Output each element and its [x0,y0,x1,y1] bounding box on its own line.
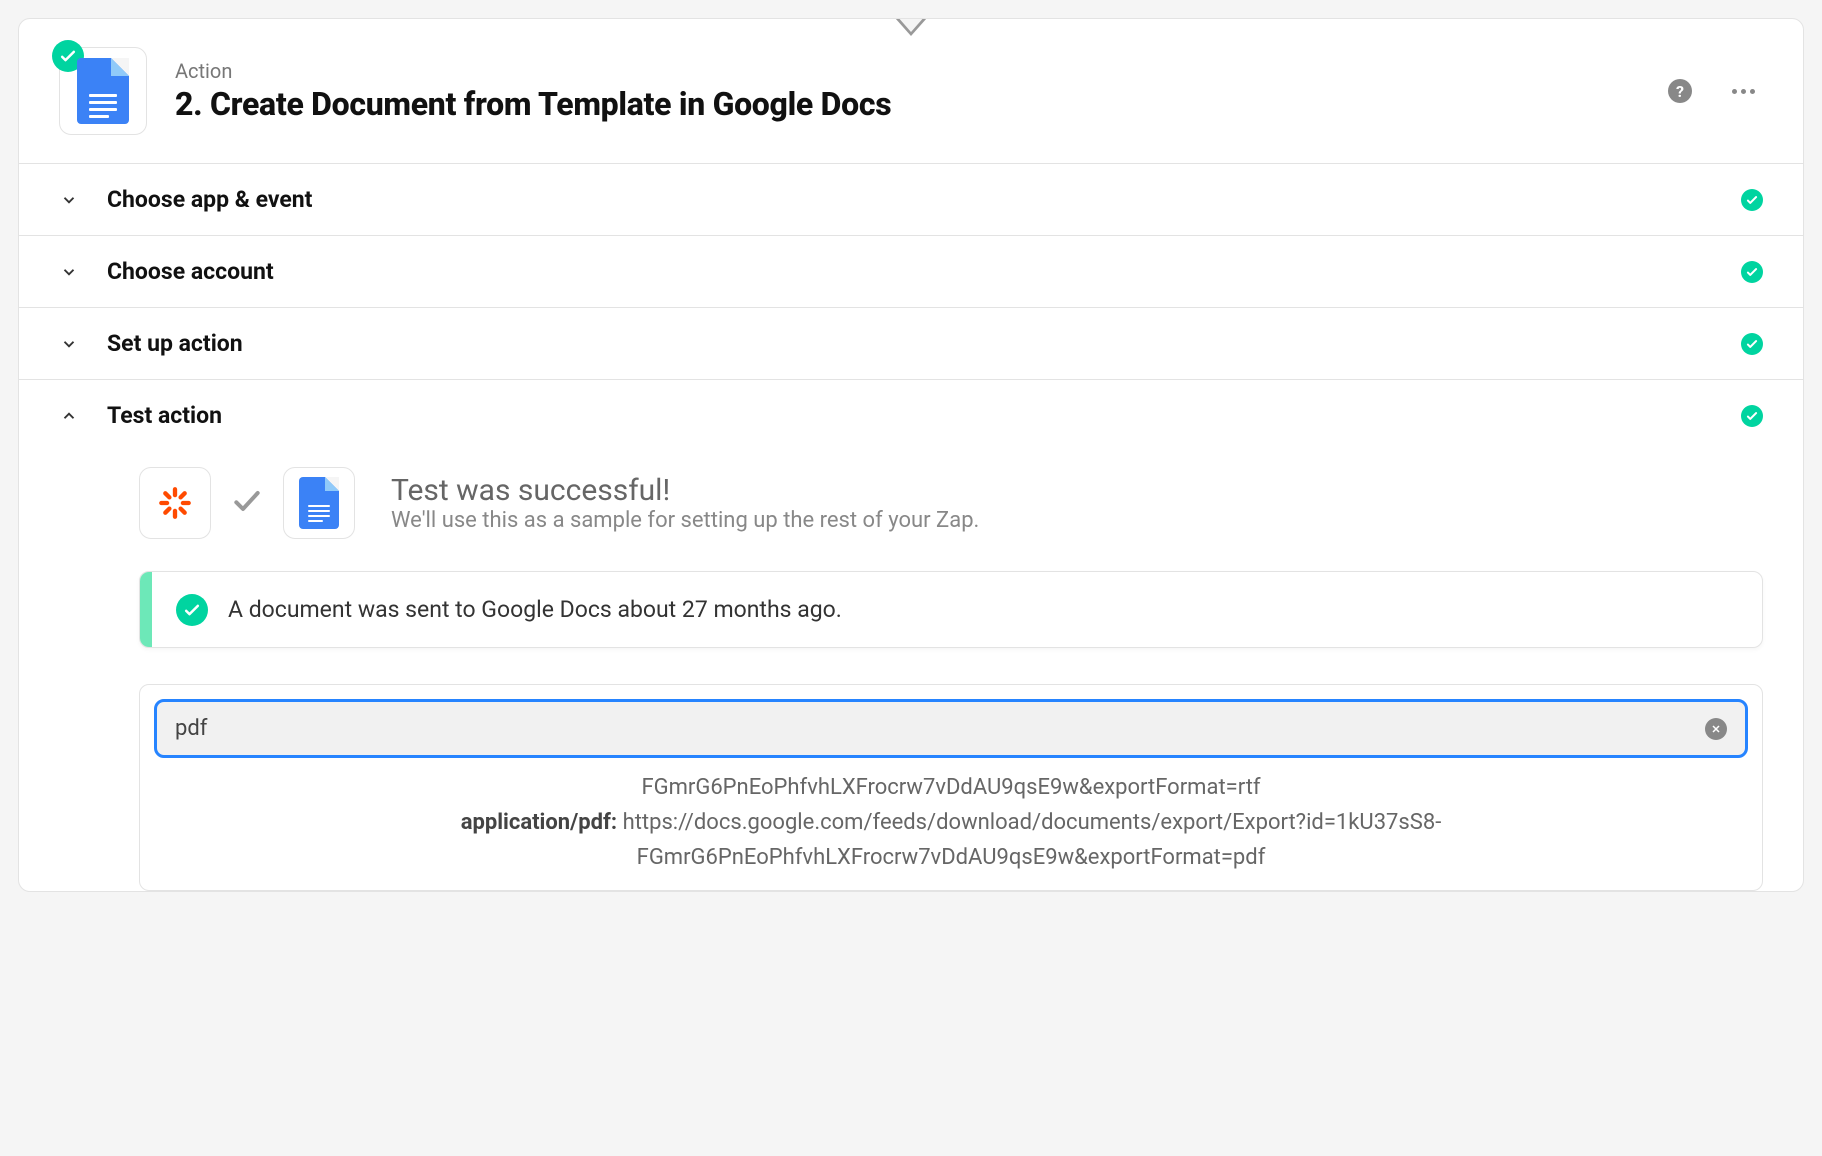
app-icon-container [59,47,147,135]
zapier-icon-box [139,467,211,539]
action-label: Action [175,59,1668,83]
success-check-icon [176,594,208,626]
section-complete-icon [1741,333,1763,355]
result-value-a: https://docs.google.com/feeds/download/d… [623,810,1442,835]
sent-banner-text: A document was sent to Google Docs about… [208,572,862,647]
connector-arrow-icon [895,18,927,36]
header-text: Action 2. Create Document from Template … [175,59,1668,123]
google-docs-icon-box [283,467,355,539]
test-success-title: Test was successful! [391,473,979,508]
checkmark-icon [231,485,263,521]
more-menu-icon[interactable] [1724,81,1763,102]
chevron-down-icon [59,263,79,281]
section-title: Set up action [107,330,1741,357]
result-key: application/pdf: [461,810,617,835]
result-line-partial: FGmrG6PnEoPhfvhLXFrocrw7vDdAU9qsE9w&expo… [174,770,1728,805]
test-result-row: Test was successful! We'll use this as a… [139,467,1763,539]
result-lines: FGmrG6PnEoPhfvhLXFrocrw7vDdAU9qsE9w&expo… [154,770,1748,876]
clear-search-icon[interactable] [1705,718,1727,740]
action-step-card: Action 2. Create Document from Template … [18,18,1804,892]
search-field[interactable] [154,699,1748,758]
chevron-down-icon [59,335,79,353]
section-choose-account[interactable]: Choose account [19,235,1803,307]
help-icon[interactable]: ? [1668,79,1692,103]
search-input[interactable] [175,716,1695,741]
step-header: Action 2. Create Document from Template … [19,19,1803,163]
zapier-icon [157,485,193,521]
test-result-text: Test was successful! We'll use this as a… [391,473,979,533]
section-complete-icon [1741,405,1763,427]
chevron-down-icon [59,191,79,209]
banner-accent-bar [140,572,152,647]
test-success-subtitle: We'll use this as a sample for setting u… [391,508,979,533]
google-docs-icon [299,477,339,529]
google-docs-icon [77,58,129,124]
chevron-up-icon [59,407,79,425]
test-content: Test was successful! We'll use this as a… [19,451,1803,891]
sent-banner: A document was sent to Google Docs about… [139,571,1763,648]
result-value-b: FGmrG6PnEoPhfvhLXFrocrw7vDdAU9qsE9w&expo… [174,840,1728,875]
section-complete-icon [1741,261,1763,283]
results-box: FGmrG6PnEoPhfvhLXFrocrw7vDdAU9qsE9w&expo… [139,684,1763,891]
section-title: Test action [107,402,1741,429]
section-complete-icon [1741,189,1763,211]
section-title: Choose app & event [107,186,1741,213]
header-actions: ? [1668,79,1763,103]
section-title: Choose account [107,258,1741,285]
section-set-up-action[interactable]: Set up action [19,307,1803,379]
result-line-pdf: application/pdf: https://docs.google.com… [174,805,1728,840]
step-title: 2. Create Document from Template in Goog… [175,85,1668,123]
section-test-action[interactable]: Test action [19,379,1803,451]
section-choose-app[interactable]: Choose app & event [19,163,1803,235]
